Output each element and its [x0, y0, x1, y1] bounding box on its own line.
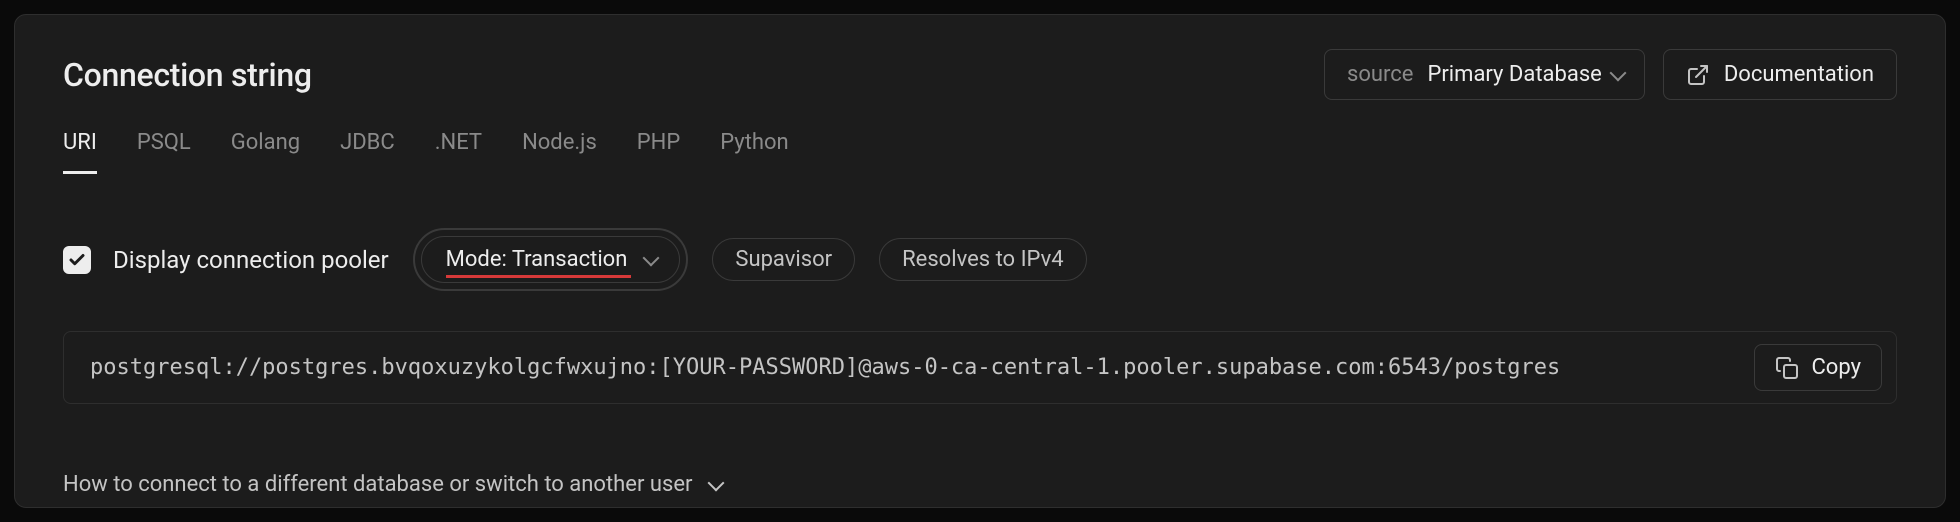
mode-select[interactable]: Mode: Transaction: [421, 236, 681, 283]
panel-title: Connection string: [63, 56, 312, 94]
check-icon: [68, 251, 86, 269]
pill-supavisor: Supavisor: [712, 238, 855, 281]
documentation-label: Documentation: [1724, 62, 1874, 87]
mode-select-label: Mode: Transaction: [446, 247, 628, 272]
documentation-link[interactable]: Documentation: [1663, 49, 1897, 100]
source-select[interactable]: source Primary Database: [1324, 49, 1645, 100]
copy-icon: [1775, 356, 1799, 380]
pooler-checkbox-wrap: Display connection pooler: [63, 246, 389, 274]
pill-resolves-ipv4: Resolves to IPv4: [879, 238, 1087, 281]
tab-psql[interactable]: PSQL: [137, 130, 191, 174]
chevron-down-icon: [1609, 64, 1626, 81]
connection-string-row: postgresql://postgres.bvqoxuzykolgcfwxuj…: [63, 331, 1897, 404]
tab-jdbc[interactable]: JDBC: [340, 130, 395, 174]
switch-user-expander[interactable]: How to connect to a different database o…: [63, 472, 1897, 497]
copy-button[interactable]: Copy: [1754, 344, 1882, 391]
connection-uri-text[interactable]: postgresql://postgres.bvqoxuzykolgcfwxuj…: [90, 355, 1738, 380]
chevron-down-icon: [708, 474, 725, 491]
chevron-down-icon: [643, 249, 660, 266]
mode-select-ring: Mode: Transaction: [413, 228, 689, 291]
tab-uri[interactable]: URI: [63, 130, 97, 174]
tab-php[interactable]: PHP: [637, 130, 680, 174]
pooler-checkbox-label: Display connection pooler: [113, 246, 389, 274]
panel-header: Connection string source Primary Databas…: [63, 49, 1897, 100]
copy-button-label: Copy: [1811, 355, 1861, 380]
mode-highlight-underline: [446, 275, 632, 278]
connection-string-panel: Connection string source Primary Databas…: [14, 14, 1946, 508]
external-link-icon: [1686, 63, 1710, 87]
tab-dotnet[interactable]: .NET: [435, 130, 482, 174]
header-actions: source Primary Database Documentation: [1324, 49, 1897, 100]
source-label: source: [1347, 62, 1413, 87]
pooler-checkbox[interactable]: [63, 246, 91, 274]
tab-golang[interactable]: Golang: [231, 130, 300, 174]
expander-label: How to connect to a different database o…: [63, 472, 692, 497]
connection-tabs: URI PSQL Golang JDBC .NET Node.js PHP Py…: [63, 130, 1897, 174]
source-value: Primary Database: [1427, 62, 1601, 87]
tab-python[interactable]: Python: [720, 130, 788, 174]
options-row: Display connection pooler Mode: Transact…: [63, 228, 1897, 291]
tab-nodejs[interactable]: Node.js: [522, 130, 597, 174]
